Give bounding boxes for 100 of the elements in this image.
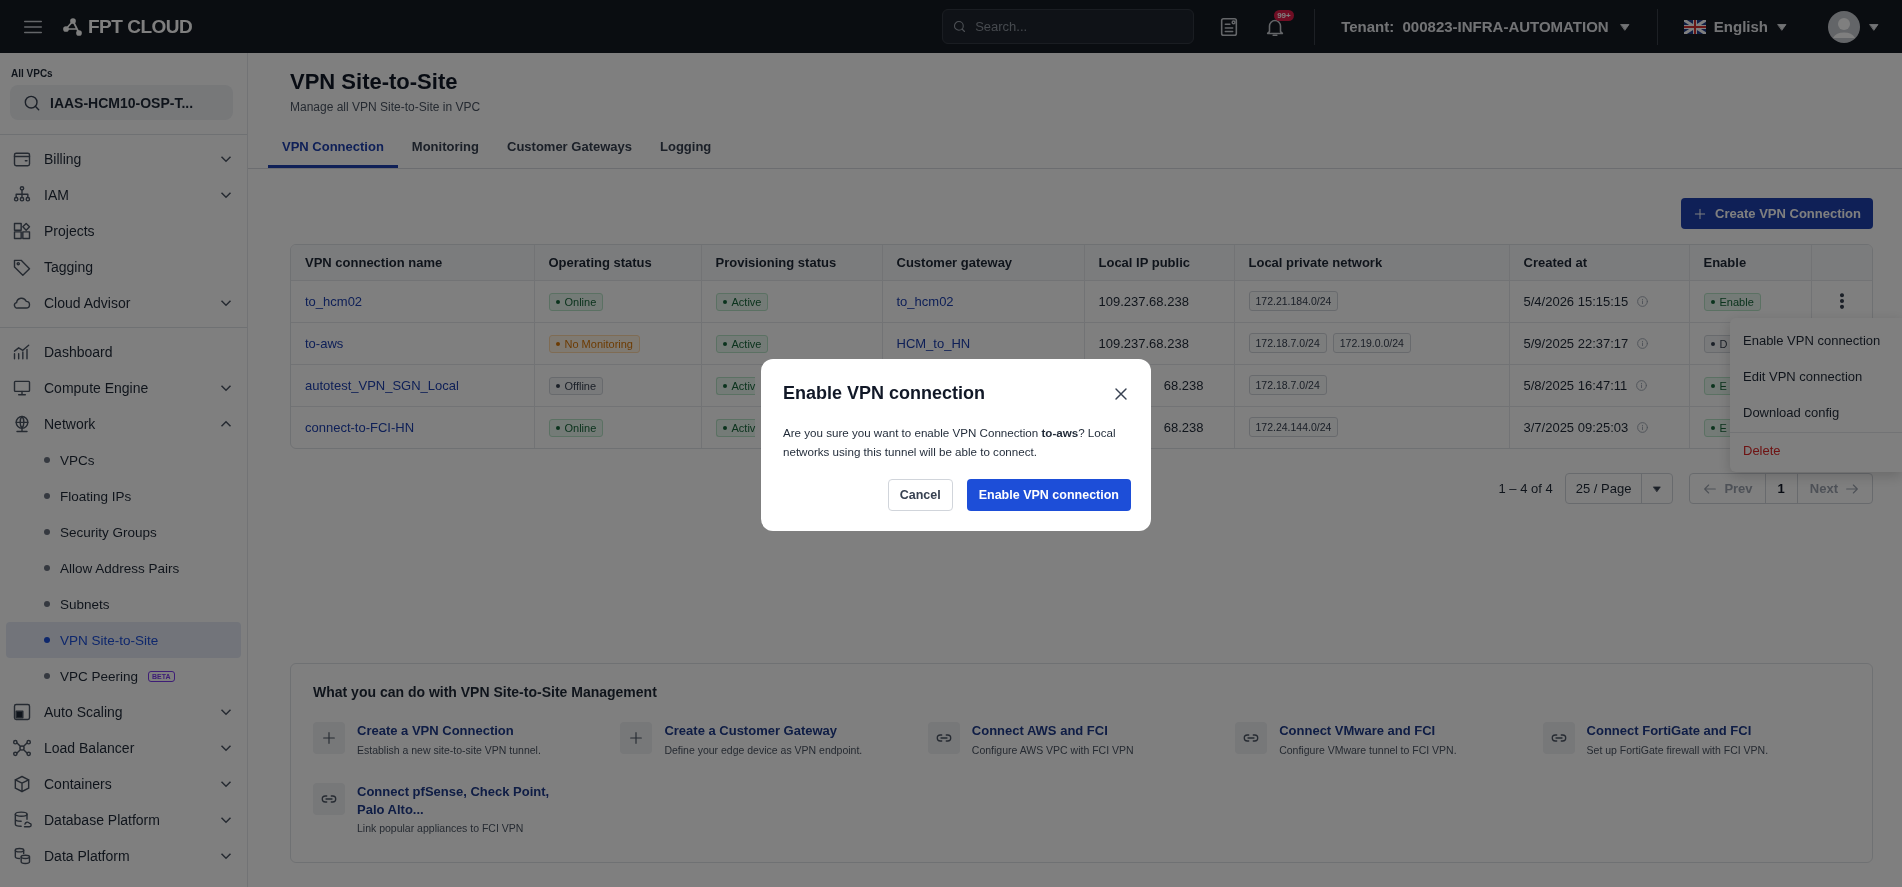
- monitor-icon: [12, 378, 32, 398]
- connection-link[interactable]: connect-to-FCI-HN: [305, 419, 415, 435]
- table-cell: 68.238: [1163, 419, 1204, 435]
- info-icon: [1635, 378, 1649, 392]
- page-range: 1 – 4 of 4: [1498, 481, 1553, 496]
- status-badge: Online: [548, 292, 604, 311]
- table-cell: 109.237.68.238: [1098, 335, 1189, 351]
- action-link[interactable]: Connect FortiGate and FCI: [1586, 722, 1769, 740]
- action-link[interactable]: Create a VPN Connection: [357, 722, 541, 740]
- dialog-message: Are you sure you want to enable VPN Connection to-aws? Local networks using this tunnel will be able to connect.: [783, 425, 1117, 460]
- status-badge: Active: [715, 292, 769, 311]
- dialog-title: Enable VPN connection: [783, 383, 986, 404]
- sidebar-item[interactable]: Database Platform: [0, 802, 247, 838]
- column-header: VPN connection name: [291, 245, 534, 280]
- notification-badge: 99+: [1274, 9, 1294, 21]
- table-cell: 109.237.68.238: [1098, 293, 1189, 309]
- sidebar-subitem[interactable]: VPCs: [6, 442, 241, 478]
- sidebar-item[interactable]: Cloud Advisor: [0, 285, 247, 321]
- network-chip: 172.19.0.0/24: [1332, 333, 1411, 353]
- sidebar-item[interactable]: Load Balancer: [0, 730, 247, 766]
- plus-icon: [1693, 206, 1708, 221]
- table-cell: 68.238: [1163, 377, 1204, 393]
- gateway-link[interactable]: to_hcm02: [896, 293, 954, 309]
- column-header: Local IP public: [1084, 245, 1234, 280]
- action-link[interactable]: Connect VMware and FCI: [1279, 722, 1457, 740]
- avatar-icon[interactable]: [1828, 10, 1860, 43]
- network-chip: 172.21.184.0/24: [1248, 291, 1339, 311]
- tag-icon: [12, 257, 32, 277]
- plus-icon: [628, 730, 645, 746]
- plus-icon: [321, 730, 337, 746]
- column-header: Operating status: [534, 245, 701, 280]
- cancel-button[interactable]: Cancel: [887, 479, 953, 512]
- sidebar-item[interactable]: Compute Engine: [0, 370, 247, 406]
- table-cell: 5/9/2025 22:37:17: [1523, 335, 1629, 351]
- action-link[interactable]: Connect AWS and FCI: [971, 722, 1134, 740]
- chart-icon: [12, 342, 32, 362]
- confirm-button[interactable]: Enable VPN connection: [966, 479, 1131, 512]
- tab[interactable]: Customer Gateways: [493, 127, 646, 168]
- action-description: Configure VMware tunnel to FCI VPN.: [1279, 742, 1457, 758]
- box-icon: [12, 774, 32, 794]
- tab[interactable]: VPN Connection: [268, 127, 398, 168]
- sidebar-subitem[interactable]: Subnets: [6, 586, 241, 622]
- info-icon: [1636, 420, 1650, 434]
- sidebar-subitem[interactable]: Security Groups: [6, 514, 241, 550]
- sidebar-item[interactable]: Network: [0, 406, 247, 442]
- network-chip: 172.18.7.0/24: [1248, 375, 1327, 395]
- flag-icon: [1683, 19, 1706, 34]
- action-description: Set up FortiGate firewall with FCI VPN.: [1586, 742, 1769, 758]
- connection-link[interactable]: to_hcm02: [305, 293, 363, 309]
- action-link[interactable]: Create a Customer Gateway: [664, 722, 863, 740]
- tenant-selector[interactable]: Tenant: 000823-INFRA-AUTOMATION: [1335, 17, 1637, 36]
- sidebar-item[interactable]: IAM: [0, 177, 247, 213]
- sidebar-subitem[interactable]: Allow Address Pairs: [6, 550, 241, 586]
- action-description: Configure AWS VPC with FCI VPN: [971, 742, 1134, 758]
- status-badge: Activ: [715, 376, 756, 395]
- database-icon: [12, 810, 32, 830]
- gateway-link[interactable]: HCM_to_HN: [896, 335, 971, 351]
- scaling-icon: [12, 702, 32, 722]
- sidebar-item[interactable]: Projects: [0, 213, 247, 249]
- tab[interactable]: Logging: [646, 127, 726, 168]
- page-size-select[interactable]: 25 / Page: [1564, 473, 1674, 504]
- vpc-selector[interactable]: IAAS-HCM10-OSP-T...: [10, 85, 233, 120]
- status-badge: Enable: [1703, 292, 1761, 311]
- network-nodes-icon: [12, 738, 32, 758]
- card-title: What you can do with VPN Site-to-Site Management: [313, 684, 658, 700]
- tab[interactable]: Monitoring: [397, 127, 493, 168]
- sidebar-item[interactable]: Data Platform: [0, 838, 247, 874]
- status-badge: Online: [548, 418, 604, 437]
- sidebar-item[interactable]: Auto Scaling: [0, 694, 247, 730]
- column-header: Provisioning status: [701, 245, 882, 280]
- action-description: Define your edge device as VPN endpoint.: [664, 742, 863, 758]
- network-chip: 172.24.144.0/24: [1248, 417, 1339, 438]
- column-header: Customer gateway: [882, 245, 1084, 280]
- status-badge: Activ: [715, 418, 756, 437]
- column-header: Enable: [1689, 245, 1811, 280]
- network-chip: 172.18.7.0/24: [1248, 333, 1327, 353]
- logo-text: FPT CLOUD: [88, 15, 193, 38]
- blocks-icon: [12, 221, 32, 241]
- sidebar-label: All VPCs: [10, 67, 54, 81]
- connection-link[interactable]: autotest_VPN_SGN_Local: [305, 377, 459, 393]
- sidebar-item[interactable]: Tagging: [0, 249, 247, 285]
- action-link[interactable]: Connect pfSense, Check Point, Palo Alto...: [357, 783, 561, 819]
- stacked-disks-icon: [12, 846, 32, 866]
- table-cell: 5/4/2026 15:15:15: [1523, 293, 1629, 309]
- sidebar-subitem[interactable]: Floating IPs: [6, 478, 241, 514]
- column-header: Created at: [1509, 245, 1689, 280]
- sidebar-item[interactable]: Dashboard: [0, 334, 247, 370]
- table-cell: 3/7/2025 09:25:03: [1523, 419, 1629, 435]
- page-subtitle: Manage all VPN Site-to-Site in VPC: [290, 100, 482, 114]
- sidebar-item[interactable]: Billing: [0, 141, 247, 177]
- status-badge: Active: [715, 334, 769, 353]
- language-selector[interactable]: English: [1677, 17, 1794, 36]
- create-button[interactable]: Create VPN Connection: [1681, 198, 1873, 229]
- table-cell: 5/8/2025 16:47:11: [1523, 377, 1628, 393]
- connection-link[interactable]: to-aws: [305, 335, 344, 351]
- sidebar-subitem[interactable]: VPN Site-to-Site: [6, 622, 241, 658]
- page-button[interactable]: 1: [1764, 474, 1798, 503]
- action-description: Link popular appliances to FCI VPN: [357, 821, 525, 836]
- sidebar-item[interactable]: Containers: [0, 766, 247, 802]
- status-badge: Offline: [548, 376, 604, 395]
